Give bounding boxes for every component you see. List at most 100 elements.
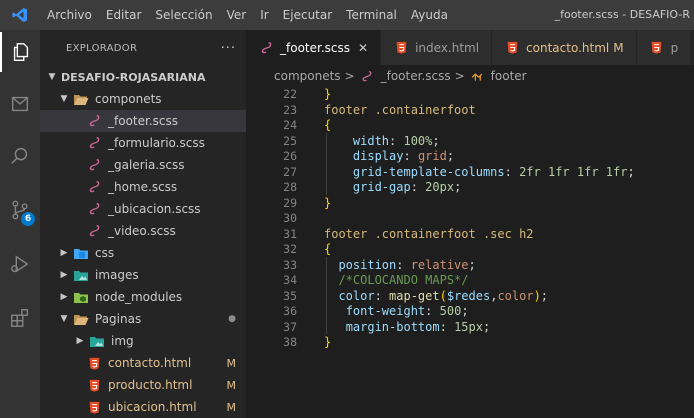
more-actions-icon[interactable]: ··· [221, 41, 236, 56]
tree-item-label: Paginas [95, 312, 142, 326]
menu-ver[interactable]: Ver [220, 0, 254, 30]
code-line[interactable]: 24 { [246, 118, 694, 134]
code-line[interactable]: 30 [246, 211, 694, 227]
workspace-root-label: DESAFIO-ROJASARIANA [61, 70, 206, 84]
line-number: 28 [283, 180, 297, 194]
code-editor[interactable]: 22} 23 footer .containerfoot 24{25 width: 1… [246, 87, 694, 418]
source-control-icon[interactable]: 6 [0, 190, 40, 230]
explorer-icon[interactable] [0, 32, 40, 72]
vscode-logo-icon[interactable] [0, 0, 40, 30]
code-token: : [403, 149, 418, 163]
line-number: 38 [283, 335, 297, 349]
line-number: 24 [283, 118, 297, 132]
scss-file-icon [359, 69, 375, 83]
code-line[interactable]: 27 grid-template-columns: 2fr 1fr 1fr 1f… [246, 165, 694, 181]
menu-seleccion[interactable]: Selección [148, 0, 219, 30]
code-line[interactable]: 32 { [246, 242, 694, 258]
code-line[interactable]: 38} [246, 335, 694, 351]
code-token: } [324, 87, 332, 101]
editor-tab[interactable]: index.html [381, 30, 493, 65]
code-token: ; [461, 304, 469, 318]
breadcrumb-symbol[interactable]: footer [491, 69, 527, 83]
code-text: } [324, 87, 331, 103]
code-line[interactable]: 26 display: grid; [246, 149, 694, 165]
tree-item-label: _formulario.scss [108, 136, 205, 150]
code-text: footer .containerfoot .sec h2 [324, 227, 534, 243]
tree-item-label: ubicacion.html [108, 400, 197, 414]
code-token: : [439, 319, 455, 334]
tree-item[interactable]: _home.scss [40, 176, 246, 198]
menu-ayuda[interactable]: Ayuda [404, 0, 455, 30]
tree-item[interactable]: _video.scss [40, 220, 246, 242]
extensions-icon[interactable] [0, 298, 40, 338]
breadcrumb-file[interactable]: _footer.scss [381, 69, 451, 83]
editor-tab[interactable]: p [636, 30, 692, 65]
tree-item[interactable]: _ubicacion.scss [40, 198, 246, 220]
tree-item[interactable]: _galeria.scss [40, 154, 246, 176]
tree-item[interactable]: _footer.scss [40, 110, 246, 132]
code-line[interactable]: 34 /*COLOCANDO MAPS*/ [246, 273, 694, 289]
code-line[interactable]: 28 grid-gap: 20px; [246, 180, 694, 196]
code-token: 20px [425, 180, 455, 194]
tree-item[interactable]: producto.html M [40, 374, 246, 396]
code-token: relative [410, 257, 469, 272]
extensions-remote-icon[interactable] [0, 84, 40, 124]
code-token: grid-gap [352, 180, 411, 194]
tree-item[interactable]: ▶ node_modules [40, 286, 246, 308]
explorer-header: EXPLORADOR ··· [40, 30, 246, 66]
tree-item[interactable]: ▼ Paginas ● [40, 308, 246, 330]
line-number: 23 [283, 102, 297, 117]
code-line[interactable]: 37 margin-bottom: 15px; [246, 320, 694, 336]
code-text: font-weight: 500; [324, 304, 469, 320]
workspace-root[interactable]: ▼ DESAFIO-ROJASARIANA [40, 66, 246, 88]
code-token: /*COLOCANDO MAPS*/ [338, 273, 469, 287]
code-text: { [324, 242, 331, 258]
code-line[interactable]: 31 footer .containerfoot .sec h2 [246, 227, 694, 243]
menu-terminal[interactable]: Terminal [339, 0, 404, 30]
code-token: font-weight [345, 304, 426, 318]
scss-file-icon [86, 202, 102, 216]
menu-ir[interactable]: Ir [253, 0, 275, 30]
menu-editar[interactable]: Editar [99, 0, 149, 30]
search-icon[interactable] [0, 136, 40, 176]
file-tree: ▼ componets _footer.scss _formulario.scss _g… [40, 88, 246, 418]
chevron-right-icon: ▶ [76, 336, 84, 346]
close-icon[interactable]: ✕ [358, 41, 368, 55]
tree-item[interactable]: ▶ css [40, 242, 246, 264]
menu-ejecutar[interactable]: Ejecutar [276, 0, 340, 30]
code-token: } [324, 335, 332, 349]
breadcrumb-folder[interactable]: componets [274, 69, 341, 83]
tree-item[interactable]: contacto.html M [40, 352, 246, 374]
editor-tab[interactable]: _footer.scss ✕ [246, 30, 382, 65]
code-token: : [389, 133, 404, 148]
code-line[interactable]: 29} [246, 196, 694, 212]
tree-item[interactable]: ubicacion.html M [40, 396, 246, 418]
modified-badge: M [226, 356, 237, 370]
code-text: footer .containerfoot [324, 103, 476, 119]
line-number: 32 [283, 242, 297, 256]
code-line[interactable]: 22} [246, 87, 694, 103]
code-line[interactable]: 36 font-weight: 500; [246, 304, 694, 320]
code-token: : [504, 164, 520, 179]
code-line[interactable]: 23 footer .containerfoot [246, 103, 694, 119]
modified-badge: M [613, 40, 624, 55]
folder-icon [73, 312, 89, 326]
tree-item[interactable]: _formulario.scss [40, 132, 246, 154]
code-line[interactable]: 33 position: relative; [246, 258, 694, 274]
editor-tab[interactable]: contacto.html M [492, 30, 637, 65]
tree-item-label: _video.scss [108, 224, 176, 238]
menu-archivo[interactable]: Archivo [40, 0, 99, 30]
run-debug-icon[interactable] [0, 244, 40, 284]
tree-item[interactable]: ▼ componets [40, 88, 246, 110]
chevron-down-icon: ▼ [60, 314, 68, 324]
code-token: footer .containerfoot .sec h2 [324, 226, 534, 241]
tree-item[interactable]: ▶ images [40, 264, 246, 286]
code-line[interactable]: 35 color: map-get($redes,color); [246, 289, 694, 305]
code-line[interactable]: 25 width: 100%; [246, 134, 694, 150]
scss-file-icon [258, 41, 274, 55]
tree-item[interactable]: ▶ img [40, 330, 246, 352]
scss-file-icon [86, 224, 102, 238]
